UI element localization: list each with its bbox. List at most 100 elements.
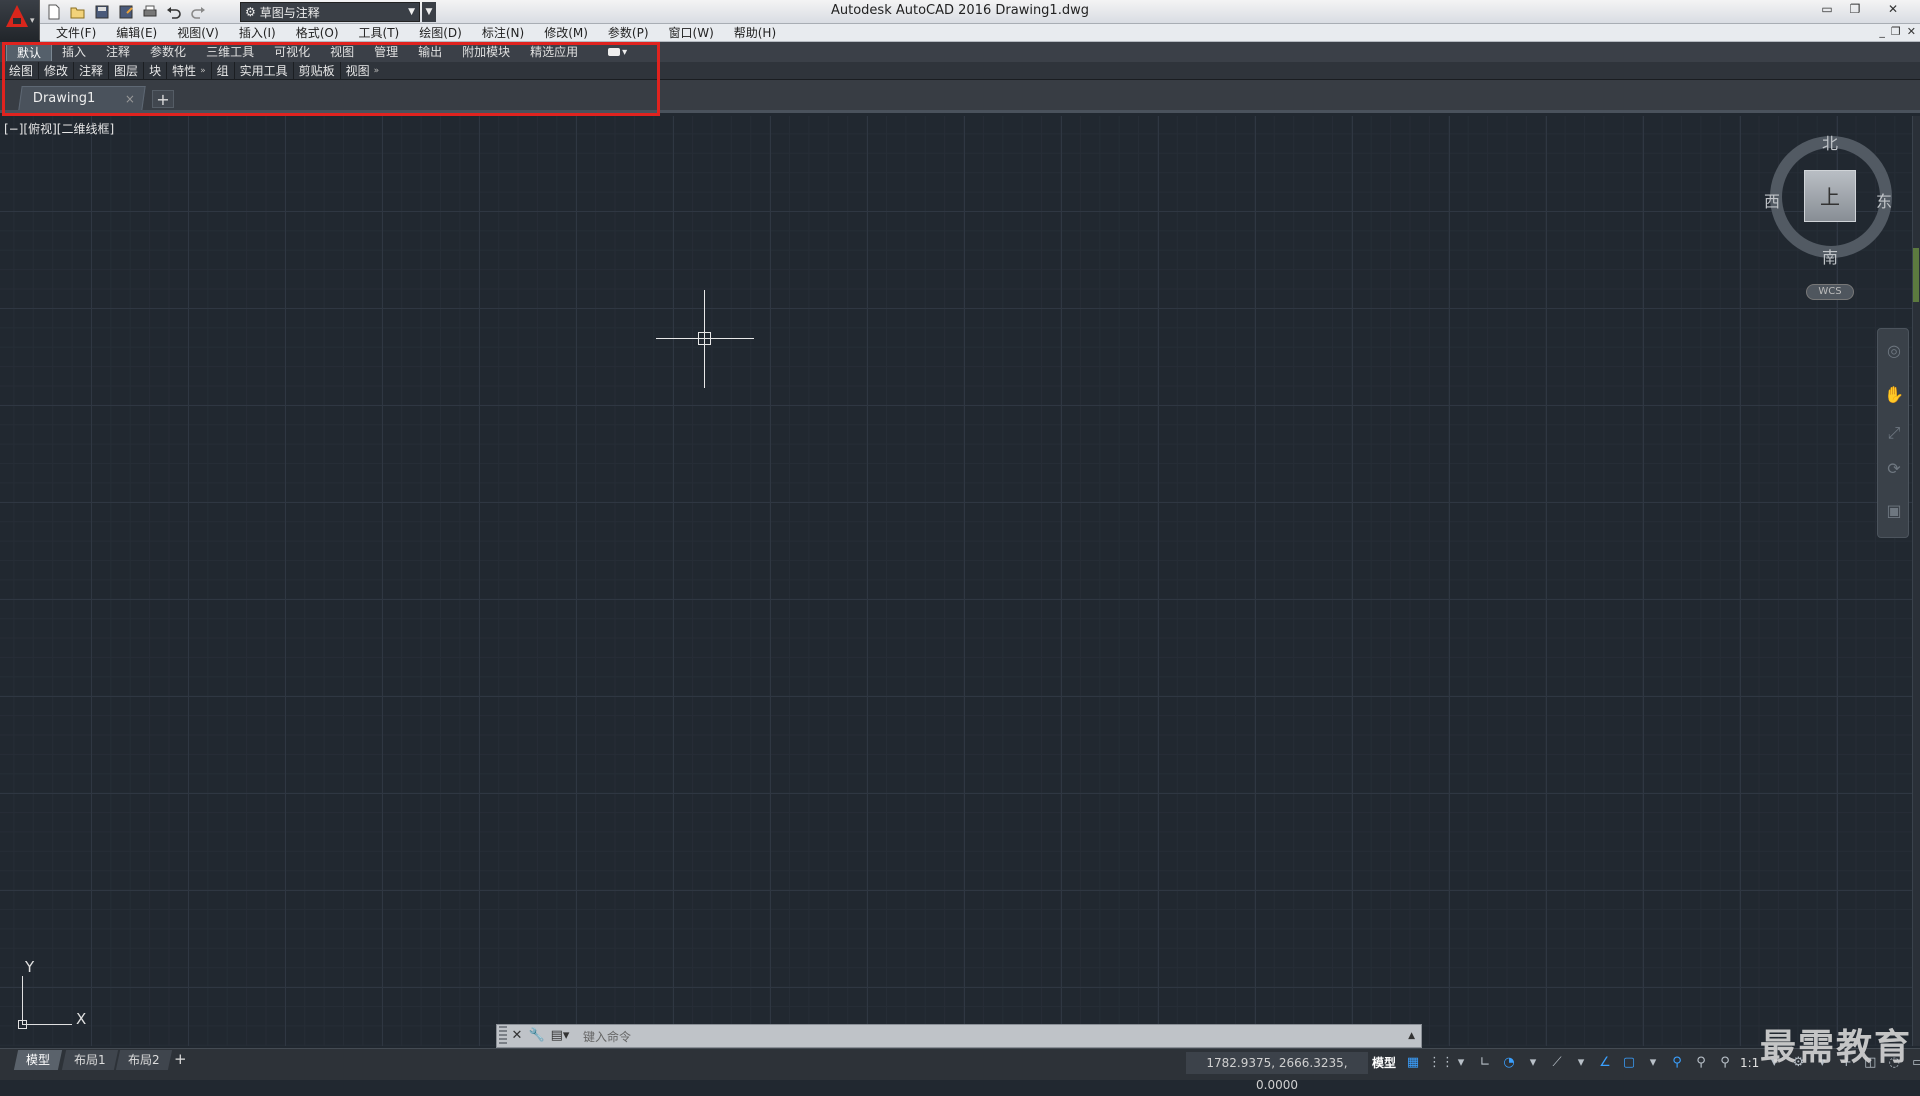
camera-icon: [608, 48, 621, 56]
menu-insert[interactable]: 插入(I): [229, 24, 286, 42]
viewcube-north[interactable]: 北: [1822, 130, 1838, 154]
wcs-menu[interactable]: WCS: [1806, 284, 1854, 300]
menu-modify[interactable]: 修改(M): [534, 24, 598, 42]
menu-help[interactable]: 帮助(H): [724, 24, 786, 42]
panel-layers[interactable]: 图层: [109, 61, 145, 80]
isodraft-icon[interactable]: ⟋: [1548, 1054, 1566, 1072]
layout-tab-layout1[interactable]: 布局1: [61, 1050, 118, 1070]
panel-draw[interactable]: 绘图: [4, 61, 40, 80]
tab-insert[interactable]: 插入: [52, 43, 96, 61]
command-line-grip[interactable]: [499, 1026, 507, 1046]
panel-view[interactable]: 视图»: [341, 62, 385, 80]
viewcube-south[interactable]: 南: [1822, 244, 1838, 268]
undo-icon[interactable]: [164, 2, 184, 22]
ribbon-display-toggle[interactable]: ▾: [608, 47, 627, 58]
tab-featured-apps[interactable]: 精选应用: [520, 43, 588, 61]
close-icon[interactable]: ×: [125, 92, 135, 106]
chevron-down-icon[interactable]: ▾: [1644, 1054, 1662, 1072]
menu-format[interactable]: 格式(O): [286, 24, 349, 42]
annotation-scale-value[interactable]: 1:1: [1740, 1056, 1759, 1070]
minimize-button[interactable]: ▭: [1814, 1, 1840, 17]
object-snap-icon[interactable]: ▢: [1620, 1054, 1638, 1072]
auto-scale-icon[interactable]: ⚲: [1692, 1054, 1710, 1072]
menu-file[interactable]: 文件(F): [46, 24, 106, 42]
showmotion-icon[interactable]: ▣: [1884, 501, 1904, 521]
customize-toolbar-button[interactable]: ▼: [422, 2, 436, 22]
tab-3d-tools[interactable]: 三维工具: [196, 43, 264, 61]
chevron-down-icon[interactable]: ▾: [1524, 1054, 1542, 1072]
steering-wheel-icon[interactable]: ◎: [1884, 341, 1904, 361]
save-as-icon[interactable]: [116, 2, 136, 22]
doc-minimize-icon[interactable]: _: [1879, 25, 1885, 38]
doc-close-icon[interactable]: ✕: [1907, 25, 1916, 38]
menu-draw[interactable]: 绘图(D): [409, 24, 472, 42]
drawing-canvas[interactable]: [0, 116, 1912, 1046]
panel-utilities[interactable]: 实用工具: [235, 61, 294, 80]
tab-annotate[interactable]: 注释: [96, 43, 140, 61]
application-menu-button[interactable]: ▾: [0, 0, 40, 40]
tab-visualize[interactable]: 可视化: [264, 43, 320, 61]
layout-tab-label: 布局1: [74, 1053, 106, 1067]
tab-manage[interactable]: 管理: [364, 43, 408, 61]
viewcube-east[interactable]: 东: [1876, 188, 1892, 212]
zoom-extents-icon[interactable]: ⤢: [1884, 423, 1904, 443]
polar-tracking-icon[interactable]: ◔: [1500, 1054, 1518, 1072]
coordinates-readout[interactable]: 1782.9375, 2666.3235, 0.0000: [1186, 1052, 1368, 1092]
close-button[interactable]: ✕: [1880, 1, 1906, 17]
panel-block[interactable]: 块: [144, 61, 168, 80]
pan-icon[interactable]: ✋: [1884, 385, 1904, 405]
viewport-controls[interactable]: [−][俯视][二维线框]: [4, 120, 114, 137]
restore-button[interactable]: ❐: [1842, 1, 1868, 17]
chevron-down-icon[interactable]: ▾: [1572, 1054, 1590, 1072]
open-icon[interactable]: [68, 2, 88, 22]
file-tab-drawing1[interactable]: Drawing1 ×: [18, 86, 146, 110]
tab-parametric[interactable]: 参数化: [140, 43, 196, 61]
add-layout-button[interactable]: +: [174, 1050, 187, 1068]
layout-tab-layout2[interactable]: 布局2: [115, 1050, 172, 1070]
chevron-up-icon[interactable]: ▲: [1408, 1031, 1415, 1041]
menu-window[interactable]: 窗口(W): [659, 24, 724, 42]
annotation-visibility-icon[interactable]: ⚲: [1668, 1054, 1686, 1072]
new-icon[interactable]: [44, 2, 64, 22]
menu-parametric[interactable]: 参数(P): [598, 24, 659, 42]
annotation-scale-icon[interactable]: ⚲: [1716, 1054, 1734, 1072]
chevron-down-icon[interactable]: ▾: [1452, 1054, 1470, 1072]
save-icon[interactable]: [92, 2, 112, 22]
command-input[interactable]: 键入命令: [583, 1028, 631, 1045]
menu-edit[interactable]: 编辑(E): [106, 24, 167, 42]
chevron-down-icon: ▼: [408, 7, 415, 17]
panel-groups[interactable]: 组: [212, 61, 235, 80]
menu-view[interactable]: 视图(V): [167, 24, 229, 42]
panel-modify[interactable]: 修改: [39, 61, 75, 80]
crosshair-pickbox: [698, 332, 711, 345]
tab-output[interactable]: 输出: [408, 43, 452, 61]
viewcube-top-face[interactable]: 上: [1804, 170, 1856, 222]
workspace-dropdown[interactable]: ⚙ 草图与注释 ▼: [240, 2, 420, 22]
layout-tab-model[interactable]: 模型: [13, 1050, 63, 1070]
menu-dimension[interactable]: 标注(N): [472, 24, 534, 42]
wrench-icon[interactable]: 🔧: [527, 1026, 547, 1046]
tab-addins[interactable]: 附加模块: [452, 43, 520, 61]
panel-annotation[interactable]: 注释: [74, 61, 110, 80]
orbit-icon[interactable]: ⟳: [1884, 459, 1904, 479]
menu-tools[interactable]: 工具(T): [349, 24, 410, 42]
snap-icon[interactable]: ⋮⋮: [1428, 1054, 1454, 1072]
panel-properties[interactable]: 特性»: [167, 61, 212, 80]
grid-icon[interactable]: ▦: [1404, 1054, 1422, 1072]
tab-default[interactable]: 默认: [6, 43, 53, 61]
chevron-down-icon: ▾: [622, 46, 628, 58]
command-history-icon[interactable]: ▤▾: [547, 1026, 573, 1046]
print-icon[interactable]: [140, 2, 160, 22]
viewcube-west[interactable]: 西: [1764, 188, 1780, 212]
close-icon[interactable]: ✕: [507, 1026, 527, 1046]
redo-icon[interactable]: [188, 2, 208, 22]
doc-restore-icon[interactable]: ❐: [1891, 25, 1901, 38]
restore-icon: ❐: [1849, 2, 1861, 16]
scrollbar-thumb[interactable]: [1913, 248, 1919, 302]
object-snap-tracking-icon[interactable]: ∠: [1596, 1054, 1614, 1072]
ortho-icon[interactable]: ∟: [1476, 1054, 1494, 1072]
new-tab-button[interactable]: +: [152, 90, 174, 109]
tab-view[interactable]: 视图: [320, 43, 364, 61]
model-space-toggle[interactable]: 模型: [1372, 1052, 1396, 1074]
panel-clipboard[interactable]: 剪贴板: [294, 61, 341, 80]
